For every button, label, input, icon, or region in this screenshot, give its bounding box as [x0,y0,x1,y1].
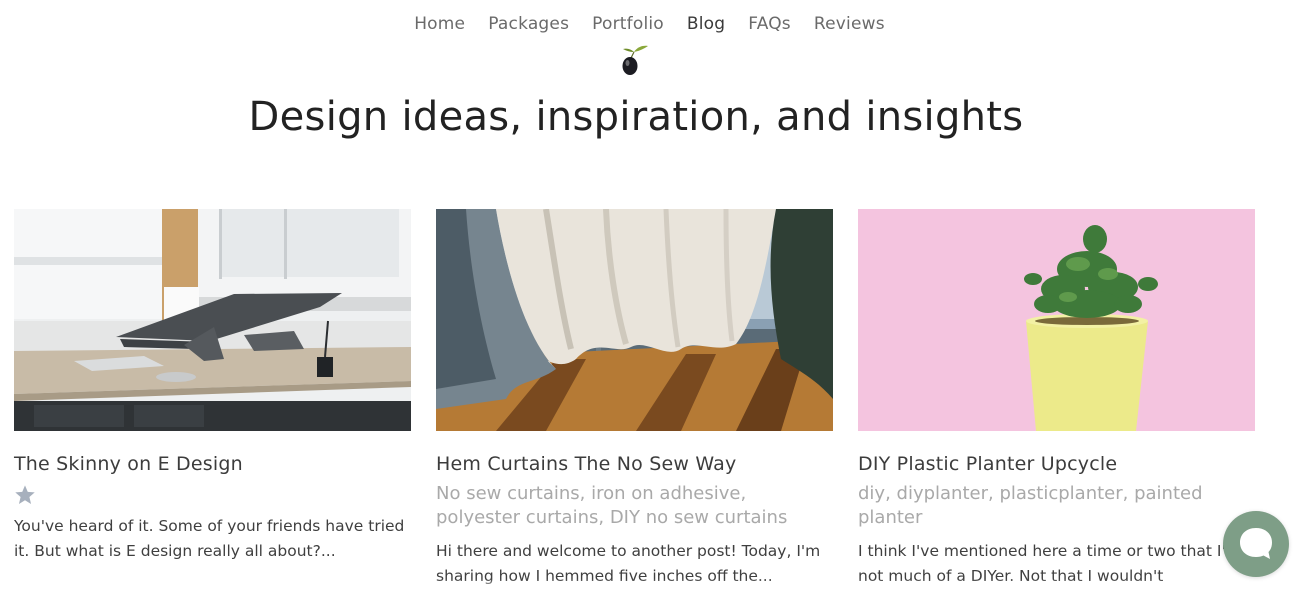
post-title[interactable]: Hem Curtains The No Sew Way [436,453,833,475]
post-excerpt: Hi there and welcome to another post! To… [436,542,821,585]
post-excerpt: You've heard of it. Some of your friends… [14,517,405,560]
post-tags: No sew curtains, iron on adhesive, polye… [436,483,788,528]
nav-faqs[interactable]: FAQs [748,14,791,34]
post-title[interactable]: The Skinny on E Design [14,453,411,475]
page-title: Design ideas, inspiration, and insights [248,94,1024,140]
blog-post-card[interactable]: The Skinny on E Design You've heard of i… [14,209,411,564]
chat-bubble-icon [1240,528,1272,559]
post-title[interactable]: DIY Plastic Planter Upcycle [858,453,1255,475]
post-image-curtains[interactable] [436,209,833,431]
nav-blog[interactable]: Blog [687,14,725,34]
main-navigation: Home Packages Portfolio Blog FAQs Review… [0,14,1299,34]
star-icon[interactable] [14,484,36,506]
post-tags: diy, diyplanter, plasticplanter, painted… [858,483,1203,528]
blog-post-card[interactable]: DIY Plastic Planter Upcycle diy, diyplan… [858,209,1255,589]
blog-post-card[interactable]: Hem Curtains The No Sew Way No sew curta… [436,209,833,589]
chat-button[interactable] [1223,511,1289,577]
nav-reviews[interactable]: Reviews [814,14,885,34]
post-image-desk[interactable] [14,209,411,431]
post-image-planter[interactable] [858,209,1255,431]
nav-portfolio[interactable]: Portfolio [592,14,664,34]
post-excerpt: I think I've mentioned here a time or tw… [858,542,1241,585]
nav-packages[interactable]: Packages [488,14,569,34]
nav-home[interactable]: Home [414,14,465,34]
olive-logo-icon[interactable] [619,44,649,76]
